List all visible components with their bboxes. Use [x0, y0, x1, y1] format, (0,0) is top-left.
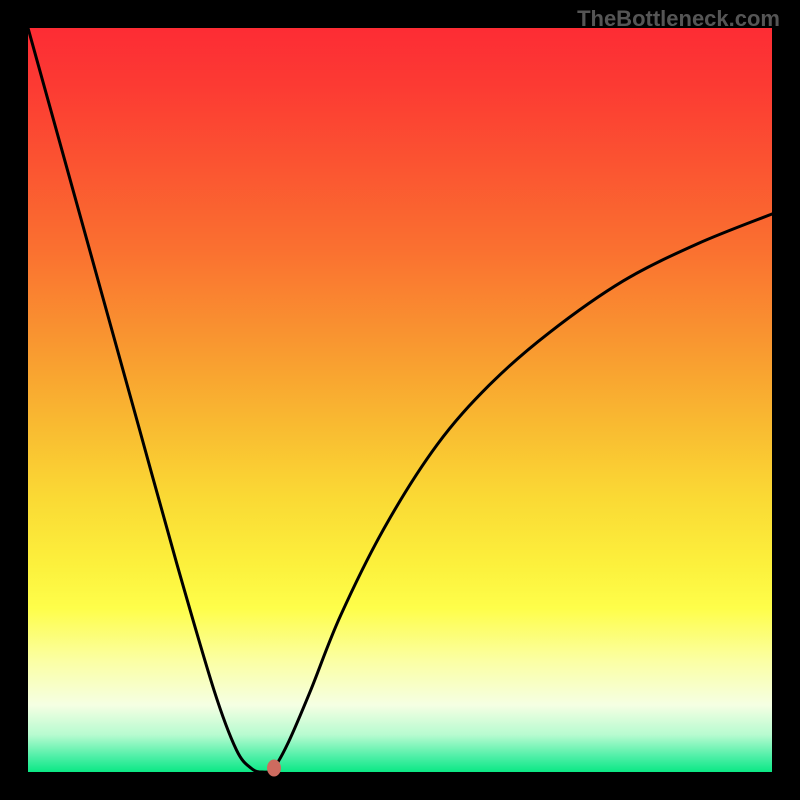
optimal-point-marker	[267, 760, 281, 777]
chart-frame	[28, 28, 772, 772]
bottleneck-curve	[28, 28, 772, 772]
plot-area	[28, 28, 772, 772]
curve-layer	[28, 28, 772, 772]
watermark-label: TheBottleneck.com	[577, 6, 780, 32]
